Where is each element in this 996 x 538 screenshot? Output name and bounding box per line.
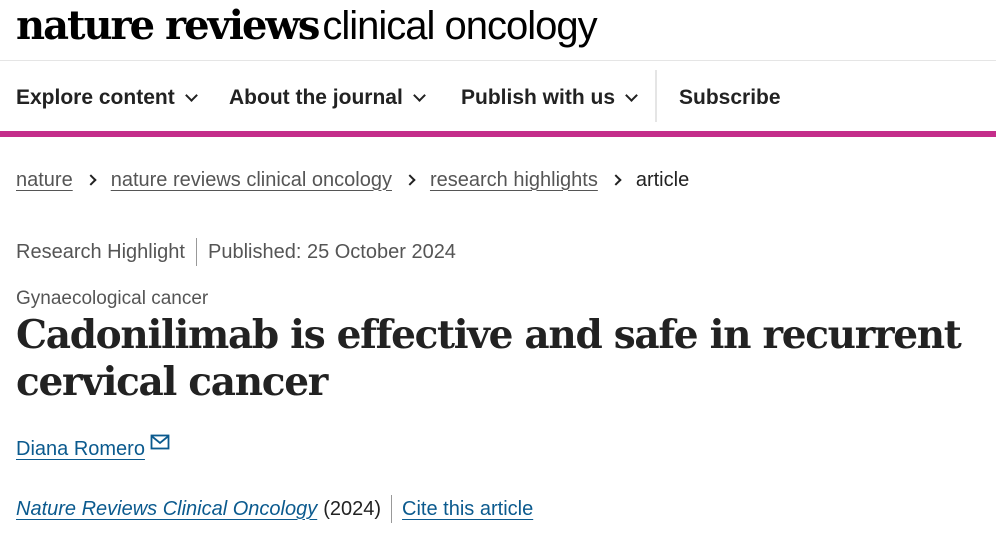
article-title: Cadonilimab is effective and safe in rec… (16, 312, 962, 405)
article-subject[interactable]: Gynaecological cancer (16, 288, 208, 310)
author-list: Diana Romero (16, 434, 170, 464)
journal-logo[interactable]: nature reviews clinical oncology (16, 2, 598, 50)
nav-about-journal[interactable]: About the journal (229, 70, 426, 126)
published-date: Published: 25 October 2024 (207, 240, 456, 263)
journal-link[interactable]: Nature Reviews Clinical Oncology (16, 498, 317, 521)
main-nav: Explore content About the journal Publis… (0, 70, 996, 126)
nav-accent-bar (0, 131, 996, 137)
envelope-icon[interactable] (150, 434, 170, 450)
chevron-down-icon (412, 88, 426, 102)
chevron-right-icon (610, 174, 622, 186)
nav-label: About the journal (229, 86, 403, 109)
breadcrumb-journal[interactable]: nature reviews clinical oncology (111, 169, 392, 192)
nav-publish-with-us[interactable]: Publish with us (461, 70, 638, 126)
citation-line: Nature Reviews Clinical Oncology (2024) … (16, 494, 533, 524)
cite-this-article-link[interactable]: Cite this article (402, 498, 533, 521)
chevron-right-icon (404, 174, 416, 186)
nav-divider (655, 70, 657, 122)
article-meta: Research Highlight Published: 25 October… (16, 238, 456, 266)
chevron-down-icon (625, 88, 638, 102)
header-divider (0, 60, 996, 61)
nav-label: Publish with us (461, 86, 616, 109)
breadcrumb-current: article (635, 168, 690, 191)
article-type: Research Highlight (16, 240, 185, 263)
logo-brand-light: clinical oncology (322, 4, 597, 48)
author-link[interactable]: Diana Romero (16, 438, 145, 461)
citation-divider (391, 495, 393, 523)
nav-label: Subscribe (679, 86, 781, 109)
breadcrumb-research-highlights[interactable]: research highlights (430, 169, 598, 192)
breadcrumb: nature nature reviews clinical oncology … (16, 166, 689, 194)
nav-label: Explore content (16, 86, 175, 109)
nav-explore-content[interactable]: Explore content (16, 70, 198, 126)
logo-brand-bold: nature reviews (16, 2, 320, 49)
nav-subscribe[interactable]: Subscribe (679, 70, 781, 126)
chevron-down-icon (184, 88, 198, 102)
publication-year: (2024) (323, 497, 382, 520)
breadcrumb-nature[interactable]: nature (16, 169, 73, 192)
meta-divider (195, 238, 197, 266)
chevron-right-icon (85, 174, 97, 186)
